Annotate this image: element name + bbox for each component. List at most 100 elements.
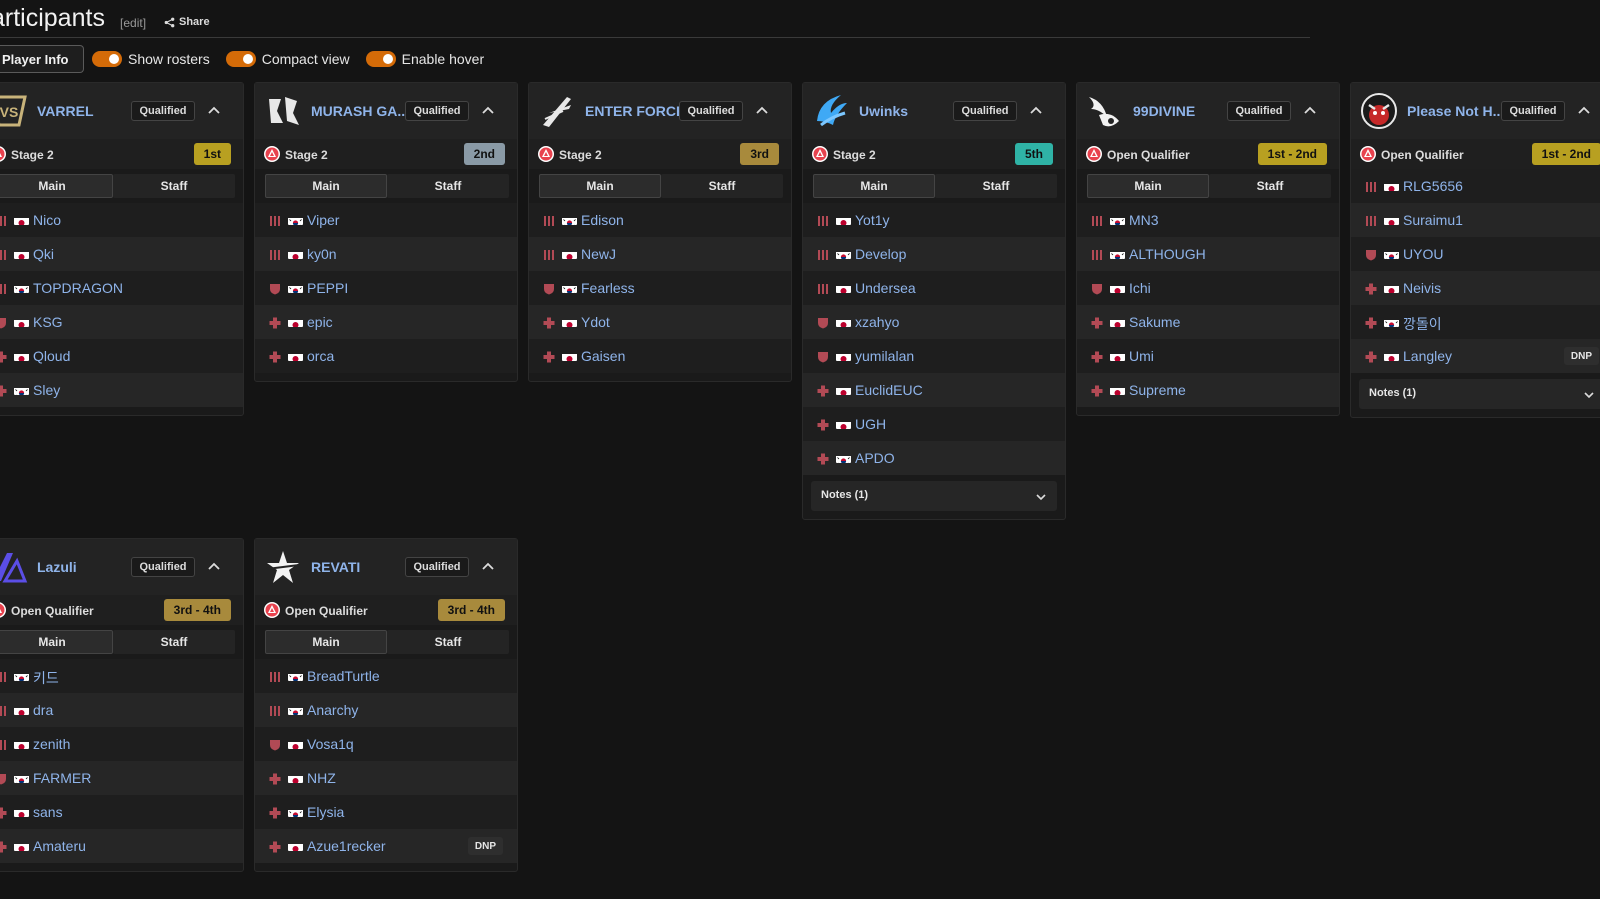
player-name[interactable]: UGH	[855, 416, 886, 432]
player-row: ALTHOUGH	[1077, 237, 1339, 271]
show-rosters-toggle-group[interactable]: Show rosters	[92, 51, 218, 67]
player-name[interactable]: 깡돌이	[1403, 314, 1442, 334]
player-name[interactable]: APDO	[855, 450, 895, 466]
player-name[interactable]: Suraimu1	[1403, 212, 1463, 228]
player-name[interactable]: NewJ	[581, 246, 616, 262]
player-name[interactable]: Amateru	[33, 838, 86, 854]
player-name[interactable]: EuclidEUC	[855, 382, 923, 398]
player-name[interactable]: MN3	[1129, 212, 1159, 228]
stage-label[interactable]: Stage 2	[285, 148, 328, 162]
enable-hover-toggle-group[interactable]: Enable hover	[365, 51, 493, 67]
chevron-up-icon[interactable]	[207, 104, 221, 118]
stage-label[interactable]: Open Qualifier	[11, 604, 94, 618]
tab-staff[interactable]: Staff	[661, 174, 783, 198]
tab-staff[interactable]: Staff	[113, 630, 235, 654]
player-name[interactable]: Viper	[307, 212, 339, 228]
tab-staff[interactable]: Staff	[1209, 174, 1331, 198]
chevron-up-icon[interactable]	[1303, 104, 1317, 118]
player-name[interactable]: Umi	[1129, 348, 1154, 364]
player-name[interactable]: Neivis	[1403, 280, 1441, 296]
chevron-up-icon[interactable]	[481, 560, 495, 574]
share-button[interactable]: Share	[164, 16, 210, 28]
player-name[interactable]: Ydot	[581, 314, 610, 330]
stage-label[interactable]: Open Qualifier	[1381, 148, 1464, 162]
player-name[interactable]: xzahyo	[855, 314, 899, 330]
chevron-up-icon[interactable]	[1577, 104, 1591, 118]
tab-main[interactable]: Main	[0, 174, 113, 198]
tab-staff[interactable]: Staff	[387, 174, 509, 198]
player-name[interactable]: NHZ	[307, 770, 336, 786]
player-name[interactable]: Undersea	[855, 280, 916, 296]
korea-flag-icon	[562, 215, 577, 225]
player-name[interactable]: Elysia	[307, 804, 344, 820]
player-name[interactable]: Anarchy	[307, 702, 358, 718]
team-name[interactable]: MURASH GA...	[311, 103, 409, 119]
tab-main[interactable]: Main	[265, 174, 387, 198]
notes-toggle[interactable]: Notes (1)	[811, 481, 1057, 511]
player-name[interactable]: Edison	[581, 212, 624, 228]
player-info-button[interactable]: Player Info	[0, 45, 84, 73]
player-name[interactable]: sans	[33, 804, 63, 820]
player-name[interactable]: Yot1y	[855, 212, 890, 228]
player-name[interactable]: orca	[307, 348, 334, 364]
stage-label[interactable]: Stage 2	[11, 148, 54, 162]
player-name[interactable]: Sakume	[1129, 314, 1180, 330]
stage-label[interactable]: Open Qualifier	[285, 604, 368, 618]
player-name[interactable]: yumilalan	[855, 348, 914, 364]
team-name[interactable]: Uwinks	[859, 103, 908, 119]
chevron-up-icon[interactable]	[1029, 104, 1043, 118]
notes-toggle[interactable]: Notes (1)	[1359, 379, 1600, 409]
player-name[interactable]: epic	[307, 314, 333, 330]
player-name[interactable]: KSG	[33, 314, 63, 330]
tab-staff[interactable]: Staff	[113, 174, 235, 198]
player-name[interactable]: Supreme	[1129, 382, 1186, 398]
compact-view-toggle-group[interactable]: Compact view	[225, 51, 358, 67]
team-name[interactable]: REVATI	[311, 559, 360, 575]
player-name[interactable]: PEPPI	[307, 280, 348, 296]
player-name[interactable]: FARMER	[33, 770, 91, 786]
player-name[interactable]: Gaisen	[581, 348, 625, 364]
player-name[interactable]: Nico	[33, 212, 61, 228]
player-name[interactable]: RLG5656	[1403, 178, 1463, 194]
team-name[interactable]: Please Not H...	[1407, 103, 1504, 119]
player-name[interactable]: Vosa1q	[307, 736, 354, 752]
stage-label[interactable]: Stage 2	[833, 148, 876, 162]
tab-main[interactable]: Main	[539, 174, 661, 198]
player-name[interactable]: Sley	[33, 382, 60, 398]
player-name[interactable]: dra	[33, 702, 53, 718]
player-name[interactable]: zenith	[33, 736, 70, 752]
chevron-up-icon[interactable]	[481, 104, 495, 118]
tab-main[interactable]: Main	[0, 630, 113, 654]
team-name[interactable]: 99DIVINE	[1133, 103, 1195, 119]
player-name[interactable]: ky0n	[307, 246, 337, 262]
tab-main[interactable]: Main	[265, 630, 387, 654]
player-name[interactable]: 키드	[33, 668, 59, 688]
player-name[interactable]: Ichi	[1129, 280, 1151, 296]
player-name[interactable]: Qloud	[33, 348, 70, 364]
edit-link[interactable]: [edit]	[120, 16, 146, 30]
tab-staff[interactable]: Staff	[935, 174, 1057, 198]
stage-label[interactable]: Open Qualifier	[1107, 148, 1190, 162]
tab-main[interactable]: Main	[1087, 174, 1209, 198]
player-name[interactable]: ALTHOUGH	[1129, 246, 1206, 262]
player-name[interactable]: Develop	[855, 246, 906, 262]
tab-main[interactable]: Main	[813, 174, 935, 198]
player-name[interactable]: Langley	[1403, 348, 1452, 364]
player-name[interactable]: Fearless	[581, 280, 635, 296]
player-name[interactable]: TOPDRAGON	[33, 280, 123, 296]
enable-hover-toggle[interactable]	[365, 51, 396, 67]
player-name[interactable]: BreadTurtle	[307, 668, 380, 684]
compact-view-toggle[interactable]	[225, 51, 256, 67]
player-name[interactable]: Azue1recker	[307, 838, 386, 854]
chevron-up-icon[interactable]	[755, 104, 769, 118]
player-name[interactable]: UYOU	[1403, 246, 1443, 262]
team-name[interactable]: Lazuli	[37, 559, 77, 575]
tab-staff[interactable]: Staff	[387, 630, 509, 654]
player-name[interactable]: Qki	[33, 246, 54, 262]
chevron-up-icon[interactable]	[207, 560, 221, 574]
edit-link-label[interactable]: edit	[123, 16, 142, 30]
stage-label[interactable]: Stage 2	[559, 148, 602, 162]
show-rosters-toggle[interactable]	[92, 51, 122, 67]
japan-flag-icon	[14, 351, 29, 361]
team-name[interactable]: VARREL	[37, 103, 94, 119]
